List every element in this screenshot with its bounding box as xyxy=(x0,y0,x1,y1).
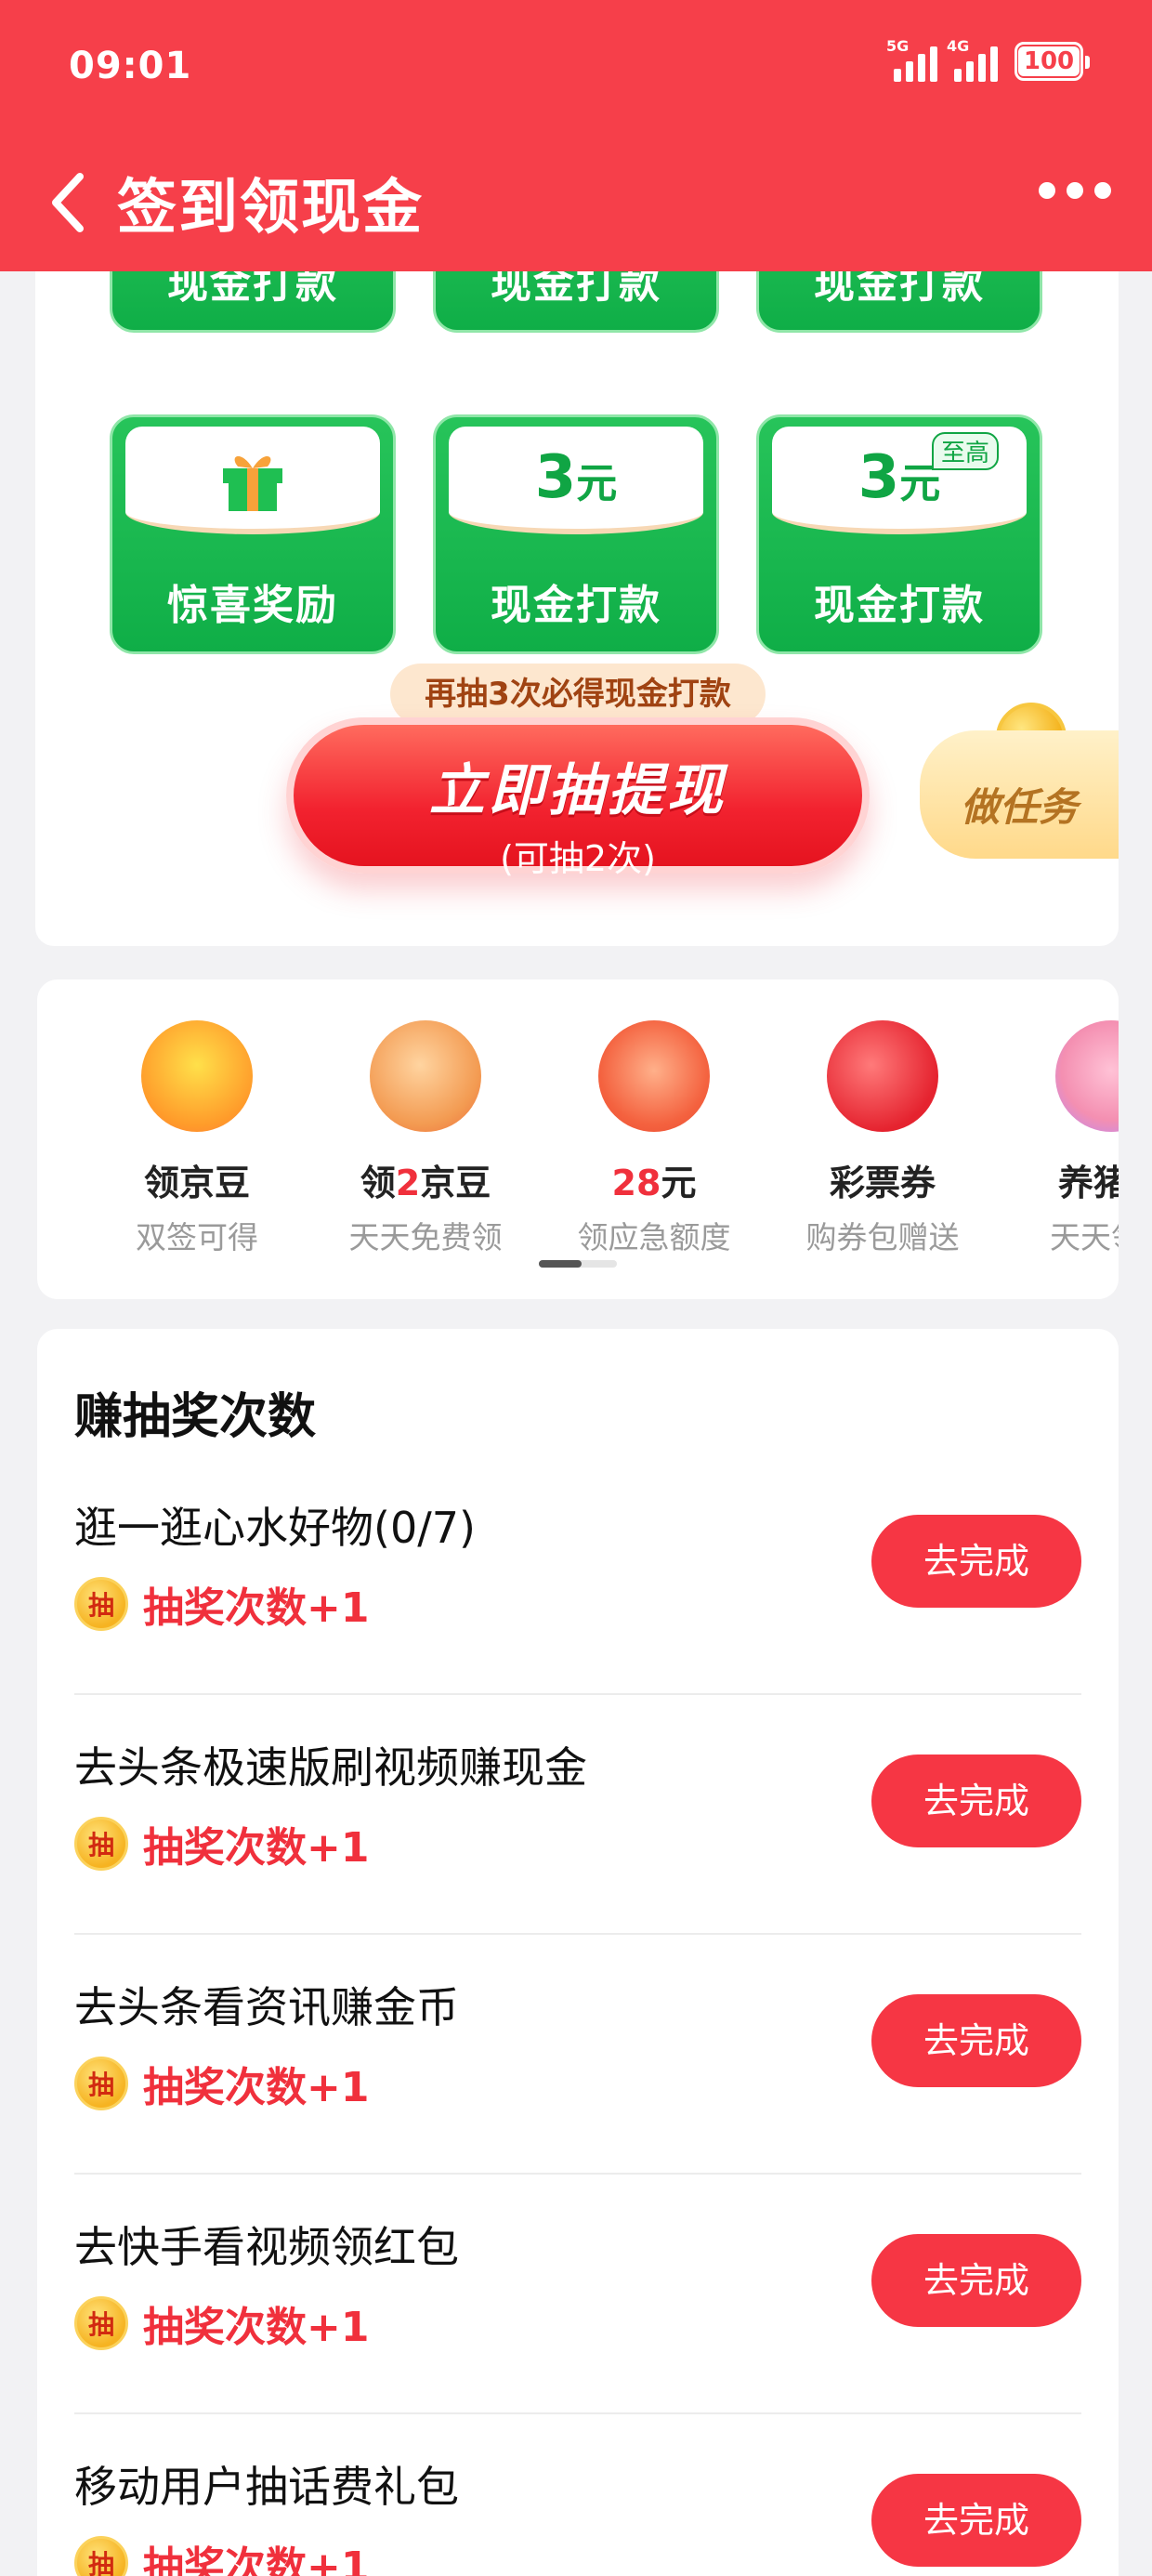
draw-coin-icon: 抽 xyxy=(74,1577,128,1631)
divider xyxy=(74,1933,1081,1935)
bean-icon xyxy=(370,1020,481,1132)
task-item: 逛一逛心水好物(0/7) 抽抽奖次数+1 去完成 xyxy=(74,1494,1119,1734)
signal-5g-icon: 5G xyxy=(886,37,937,82)
complete-task-button[interactable]: 去完成 xyxy=(871,2474,1081,2567)
status-time: 09:01 xyxy=(69,45,192,87)
services-strip: 领京豆 双签可得 领2京豆 天天免费领 28元 领应急额度 彩票券 购券包赠送 … xyxy=(37,979,1119,1299)
do-task-button[interactable]: 做任务 xyxy=(920,730,1119,859)
complete-task-button[interactable]: 去完成 xyxy=(871,1515,1081,1608)
service-item-free-jingdou[interactable]: 领2京豆 天天免费领 xyxy=(323,1020,528,1257)
more-options-button[interactable] xyxy=(1039,182,1111,199)
service-item-jingdou[interactable]: 领京豆 双签可得 xyxy=(95,1020,299,1257)
task-item: 移动用户抽话费礼包 抽抽奖次数+1 去完成 xyxy=(74,2453,1119,2576)
prize-tile-surprise: 惊喜奖励 xyxy=(110,414,396,654)
tasks-title: 赚抽奖次数 xyxy=(74,1389,317,1445)
draw-withdraw-button[interactable]: 立即抽提现 (可抽2次) xyxy=(286,717,870,879)
draw-coin-icon: 抽 xyxy=(74,2536,128,2576)
gift-icon xyxy=(223,455,282,511)
page-title: 签到领现金 xyxy=(117,174,424,243)
complete-task-button[interactable]: 去完成 xyxy=(871,1994,1081,2087)
max-badge: 至高 xyxy=(931,432,999,470)
service-item-raise-pig[interactable]: 养猪猪 天天领猪 xyxy=(1009,1020,1119,1257)
pig-icon xyxy=(1055,1020,1119,1132)
app-header: 09:01 5G 4G 100 签到领现金 xyxy=(0,0,1152,271)
lottery-ball-icon xyxy=(827,1020,938,1132)
duck-icon xyxy=(141,1020,253,1132)
divider xyxy=(74,1693,1081,1695)
back-button[interactable] xyxy=(43,164,98,242)
draw-hint-bubble: 再抽3次必得现金打款 xyxy=(390,664,766,738)
task-item: 去头条看资讯赚金币 抽抽奖次数+1 去完成 xyxy=(74,1974,1119,2214)
draw-coin-icon: 抽 xyxy=(74,2296,128,2350)
divider xyxy=(74,2412,1081,2414)
draw-coin-icon: 抽 xyxy=(74,1817,128,1871)
complete-task-button[interactable]: 去完成 xyxy=(871,2234,1081,2327)
task-item: 去头条极速版刷视频赚现金 抽抽奖次数+1 去完成 xyxy=(74,1734,1119,1974)
task-item: 去快手看视频领红包 抽抽奖次数+1 去完成 xyxy=(74,2214,1119,2453)
tasks-card: 赚抽奖次数 逛一逛心水好物(0/7) 抽抽奖次数+1 去完成 去头条极速版刷视频… xyxy=(37,1329,1119,2576)
service-item-lottery-ticket[interactable]: 彩票券 购券包赠送 xyxy=(780,1020,985,1257)
chevron-left-icon xyxy=(52,173,84,232)
lottery-card: 现金打款 现金打款 现金打款 惊喜奖励 3元 现金打款 3元 至高 现金打款 再… xyxy=(35,177,1119,946)
battery-icon: 100 xyxy=(1015,42,1090,81)
divider xyxy=(74,2173,1081,2175)
signal-4g-icon: 4G xyxy=(947,37,998,82)
complete-task-button[interactable]: 去完成 xyxy=(871,1755,1081,1847)
prize-tile-cash-max: 3元 至高 现金打款 xyxy=(756,414,1042,654)
prize-tile-cash: 3元 现金打款 xyxy=(433,414,719,654)
scroll-indicator xyxy=(539,1260,617,1268)
draw-coin-icon: 抽 xyxy=(74,2057,128,2110)
red-envelope-icon xyxy=(598,1020,710,1132)
service-item-emergency-credit[interactable]: 28元 领应急额度 xyxy=(552,1020,756,1257)
status-icons: 5G 4G 100 xyxy=(886,37,1090,82)
